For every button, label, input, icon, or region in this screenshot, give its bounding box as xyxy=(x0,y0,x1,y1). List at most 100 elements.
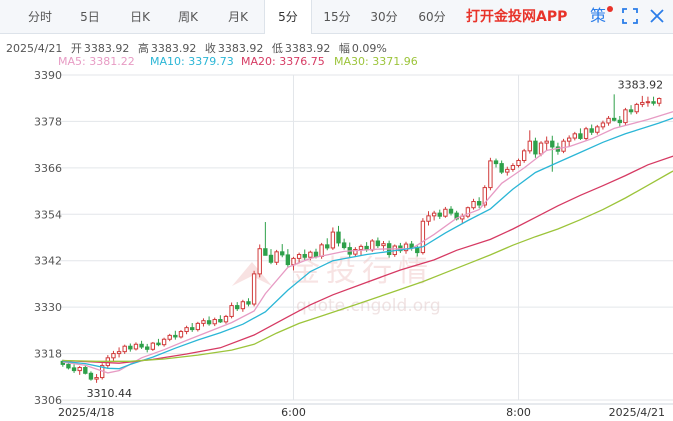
candle-body xyxy=(319,244,324,257)
y-tick-label: 3342 xyxy=(34,255,62,268)
candle-body xyxy=(251,273,257,305)
candles xyxy=(60,94,662,383)
y-tick-label: 3318 xyxy=(34,348,62,361)
candle-body xyxy=(336,231,341,244)
candle-body xyxy=(510,165,516,170)
ma-lines xyxy=(62,111,673,374)
candle-body xyxy=(184,327,189,333)
candle-body xyxy=(370,240,375,251)
candle-body xyxy=(116,351,122,355)
candle-body xyxy=(611,117,617,121)
min-price-label: 3310.44 xyxy=(87,387,133,400)
candle-body xyxy=(437,212,442,217)
candle-body xyxy=(145,346,150,350)
candle-body xyxy=(167,334,172,340)
candle-body xyxy=(600,122,606,128)
candle-body xyxy=(111,353,116,359)
candle-body xyxy=(550,140,555,148)
candle-body xyxy=(566,137,572,142)
y-tick-label: 3330 xyxy=(34,301,62,314)
candle-body xyxy=(218,319,223,323)
candle-body xyxy=(617,119,622,124)
candle-body xyxy=(77,367,82,372)
candle-body xyxy=(448,208,454,214)
candle-body xyxy=(330,231,336,249)
candle-body xyxy=(488,160,493,189)
candle-body xyxy=(173,334,178,338)
candle-body xyxy=(268,254,274,263)
candle-body xyxy=(83,367,88,374)
candle-body xyxy=(257,248,262,275)
candle-body xyxy=(285,254,291,266)
candle-body xyxy=(505,168,510,173)
candle-body xyxy=(606,117,611,124)
x-tick-label: 2025/4/21 xyxy=(609,406,665,419)
candle-body xyxy=(291,257,296,266)
x-tick-label: 8:00 xyxy=(506,406,531,419)
candle-body xyxy=(195,322,201,331)
candle-body xyxy=(623,109,628,124)
candle-body xyxy=(325,244,330,249)
candle-body xyxy=(634,103,639,113)
candle-body xyxy=(527,140,532,152)
candle-body xyxy=(645,101,651,104)
candle-body xyxy=(313,251,319,257)
candle-body xyxy=(206,320,212,325)
candle-body xyxy=(240,301,246,310)
y-tick-label: 3354 xyxy=(34,208,62,221)
candle-body xyxy=(212,319,217,325)
candle-body xyxy=(229,305,234,317)
candle-body xyxy=(516,160,521,167)
x-tick-label: 2025/4/18 xyxy=(58,406,114,419)
candle-body xyxy=(538,142,544,155)
candle-body xyxy=(308,251,313,258)
candle-body xyxy=(375,240,381,247)
candle-body xyxy=(358,245,364,250)
candle-body xyxy=(88,372,94,380)
candle-body xyxy=(381,243,386,247)
candle-body xyxy=(156,342,161,346)
candle-body xyxy=(409,243,414,249)
candle-body xyxy=(223,315,229,323)
candle-body xyxy=(66,363,71,369)
candle-body xyxy=(246,301,251,305)
candle-body xyxy=(493,160,499,165)
candle-body xyxy=(161,338,167,346)
y-tick-label: 3378 xyxy=(34,115,62,128)
candle-body xyxy=(651,101,656,104)
candle-body xyxy=(280,251,285,256)
candle-body xyxy=(628,109,634,113)
candle-body xyxy=(656,98,662,104)
candle-body xyxy=(431,212,437,217)
ma10-line xyxy=(62,117,673,370)
candle-body xyxy=(128,345,133,350)
candle-body xyxy=(499,163,504,173)
candle-body xyxy=(178,331,184,338)
candle-body xyxy=(443,208,448,217)
watermark-url: quote.cngold.org xyxy=(296,296,441,316)
candle-body xyxy=(263,248,268,256)
candle-body xyxy=(190,327,195,331)
candlestick-chart[interactable]: 金投行情 quote.cngold.org 339033783366335433… xyxy=(0,0,673,421)
candle-body xyxy=(521,150,527,162)
candle-body xyxy=(572,133,577,139)
max-price-label: 3383.92 xyxy=(618,79,664,92)
candle-body xyxy=(235,305,240,310)
candle-body xyxy=(471,201,476,209)
candle-body xyxy=(274,251,279,263)
candle-body xyxy=(595,126,600,133)
candle-body xyxy=(302,254,307,258)
candle-body xyxy=(150,342,156,350)
candle-body xyxy=(426,215,431,222)
candle-body xyxy=(341,242,347,249)
candle-body xyxy=(71,367,77,372)
candle-body xyxy=(544,140,549,144)
candle-body xyxy=(296,254,302,259)
candle-body xyxy=(578,133,583,139)
candle-body xyxy=(533,140,538,155)
candle-body xyxy=(94,377,99,380)
x-tick-label: 6:00 xyxy=(281,406,306,419)
candle-body xyxy=(420,220,426,254)
candle-body xyxy=(201,320,206,324)
y-tick-label: 3390 xyxy=(34,69,62,82)
